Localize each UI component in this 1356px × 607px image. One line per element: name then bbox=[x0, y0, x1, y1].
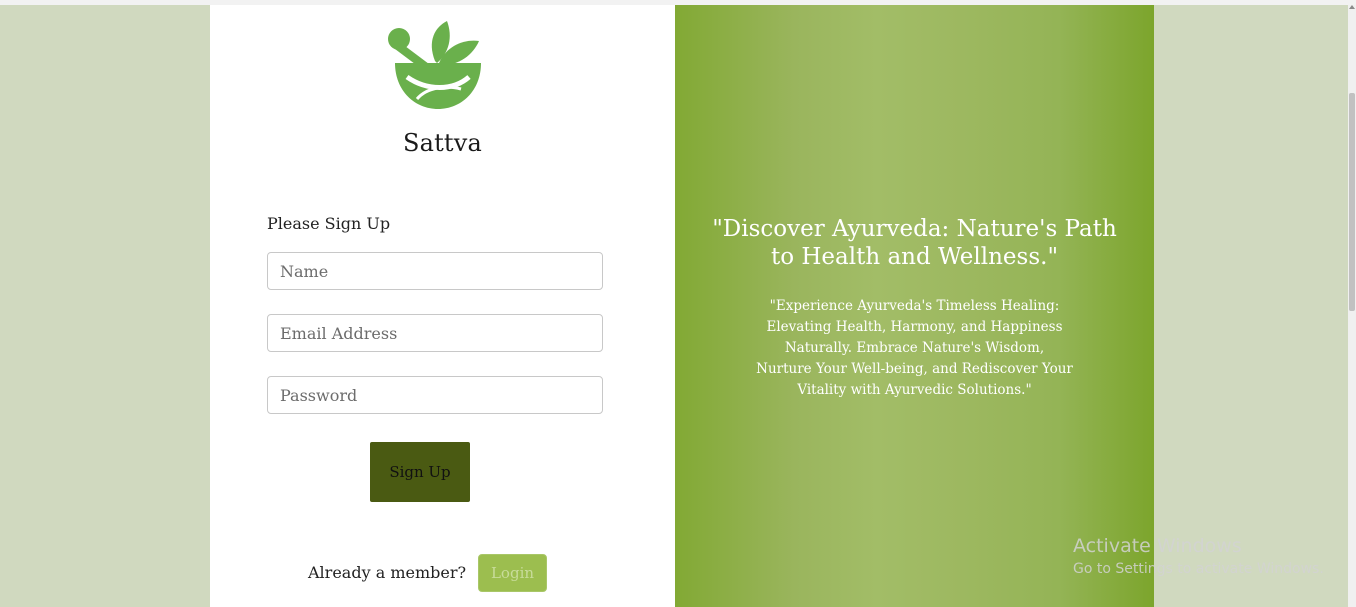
sign-up-button[interactable]: Sign Up bbox=[370, 442, 470, 502]
form-title: Please Sign Up bbox=[267, 214, 391, 233]
email-input[interactable] bbox=[267, 314, 603, 352]
password-input[interactable] bbox=[267, 376, 603, 414]
vertical-scrollbar[interactable] bbox=[1348, 5, 1356, 607]
windows-activation-watermark: Activate Windows Go to Settings to activ… bbox=[1073, 535, 1324, 577]
mortar-pestle-leaf-icon bbox=[388, 21, 481, 109]
hero-body: "Experience Ayurveda's Timeless Healing:… bbox=[756, 298, 1073, 398]
name-input[interactable] bbox=[267, 252, 603, 290]
watermark-title: Activate Windows bbox=[1073, 535, 1242, 557]
scrollbar-thumb[interactable] bbox=[1349, 93, 1355, 311]
hero-panel: "Discover Ayurveda: Nature's Path to Hea… bbox=[675, 5, 1154, 607]
watermark-subtitle: Go to Settings to activate Windows. bbox=[1073, 561, 1324, 577]
member-prompt-text: Already a member? bbox=[308, 563, 467, 582]
brand-name: Sattva bbox=[402, 129, 483, 157]
signup-panel: Sattva Please Sign Up Sign Up Already a … bbox=[210, 5, 675, 607]
scroll-up-arrow-icon[interactable] bbox=[1349, 5, 1355, 9]
hero-headline: "Discover Ayurveda: Nature's Path to Hea… bbox=[712, 216, 1117, 270]
login-button[interactable]: Login bbox=[478, 554, 547, 592]
